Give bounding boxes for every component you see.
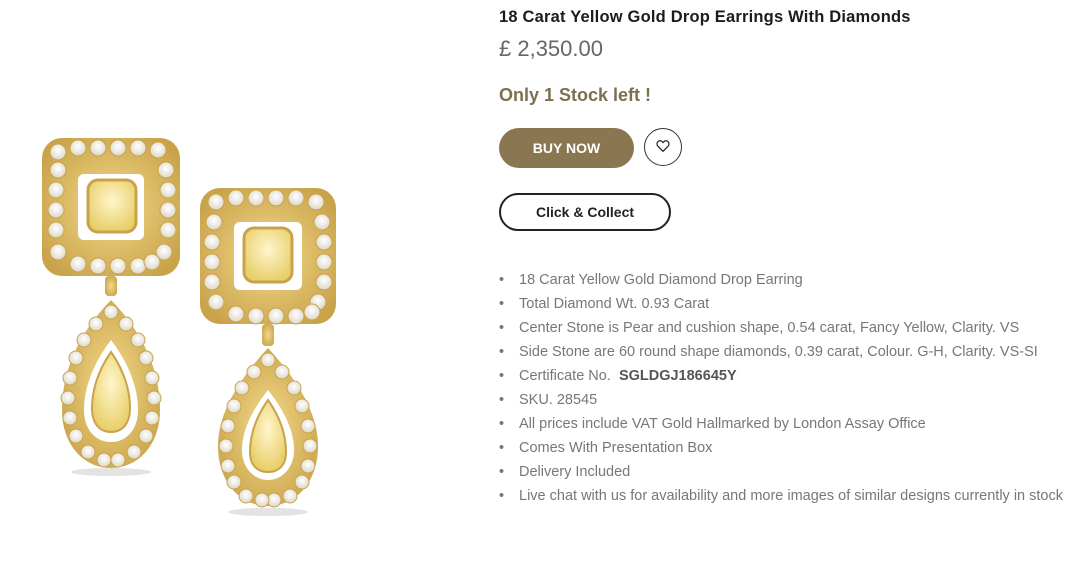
right-earring [200, 188, 336, 516]
feature-item: • Certificate No. SGLDGJ186645Y [499, 368, 737, 384]
click-collect-button[interactable]: Click & Collect [499, 193, 671, 231]
feature-item: • Comes With Presentation Box [499, 440, 713, 456]
feature-item: • Side Stone are 60 round shape diamonds,… [499, 344, 1038, 360]
feature-item: • Total Diamond Wt. 0.93 Carat [499, 296, 710, 312]
feature-item: • All prices include VAT Gold Hallmarked … [499, 416, 926, 432]
product-title: 18 Carat Yellow Gold Drop Earrings With … [499, 8, 911, 26]
wishlist-button[interactable] [644, 128, 682, 166]
heart-icon [655, 138, 671, 157]
left-earring [42, 138, 180, 476]
feature-item: • Delivery Included [499, 464, 631, 480]
feature-item: • SKU. 28545 [499, 392, 598, 408]
feature-item: • Center Stone is Pear and cushion shape,… [499, 320, 1020, 336]
certificate-number: SGLDGJ186645Y [618, 368, 737, 384]
earrings-illustration [42, 138, 336, 516]
buy-now-button[interactable]: BUY NOW [499, 128, 634, 168]
product-price: £ 2,350.00 [499, 36, 603, 61]
feature-item: • 18 Carat Yellow Gold Diamond Drop Earri… [499, 272, 803, 288]
stock-status: Only 1 Stock left ! [499, 85, 652, 105]
feature-list: • 18 Carat Yellow Gold Diamond Drop Earri… [499, 268, 1064, 508]
product-image[interactable] [0, 0, 470, 570]
feature-item: • Live chat with us for availability and … [499, 488, 1063, 504]
